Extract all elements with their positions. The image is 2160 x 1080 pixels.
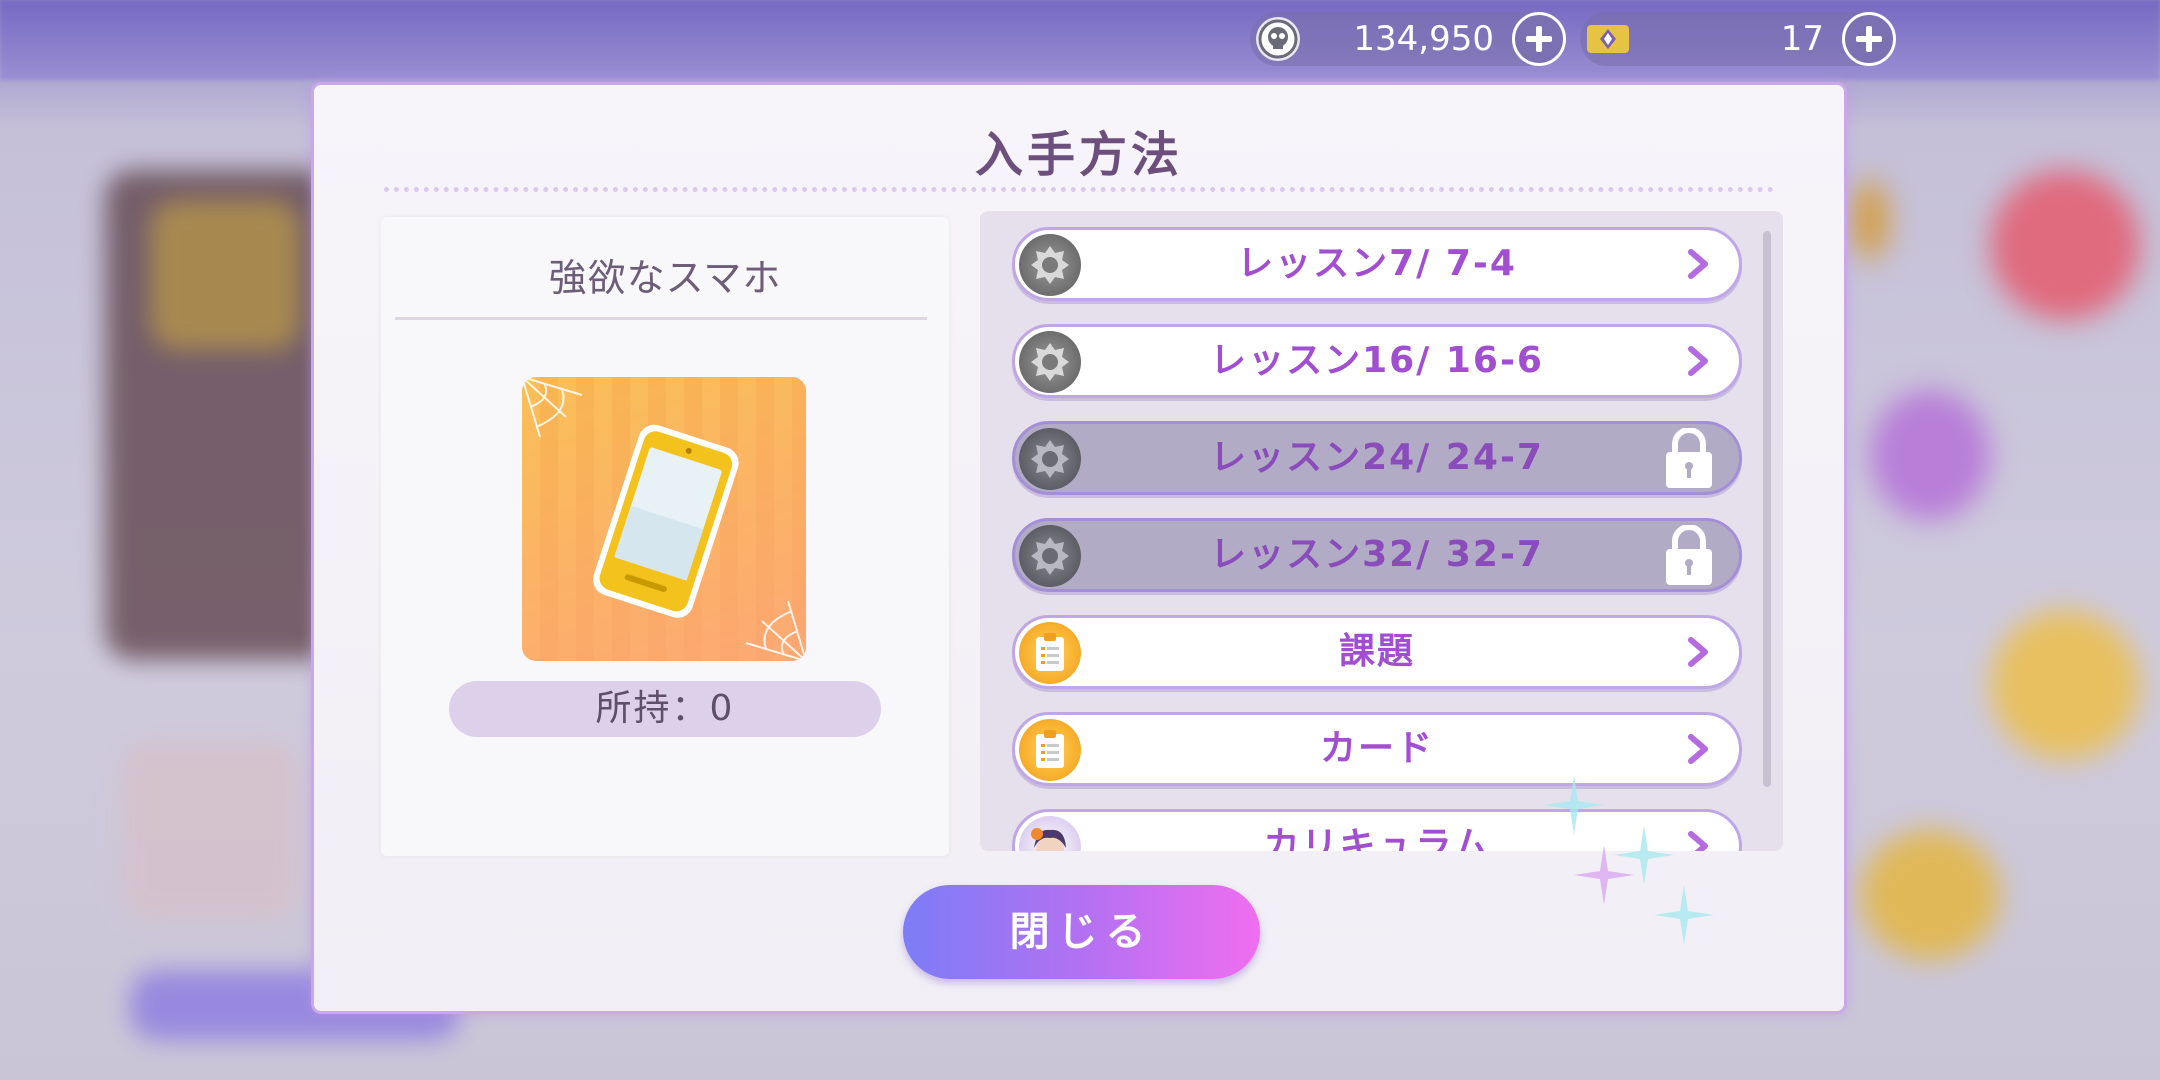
skull-coin-icon [1256,17,1300,61]
lock-icon [1666,428,1712,488]
sparkle-icon [1614,825,1674,885]
source-row-assignment[interactable]: 課題 [1012,615,1742,689]
clipboard-icon [1019,719,1081,781]
clipboard-icon [1019,622,1081,684]
gem-counter: 17 [1580,12,1896,66]
plus-icon [1526,26,1552,52]
sparkle-icon [1654,885,1714,945]
item-name: 強欲なスマホ [548,256,782,300]
source-label: 課題 [1338,631,1415,672]
character-portrait-icon [1019,816,1081,851]
lesson-medal-icon [1019,234,1081,296]
coin-counter: 134,950 [1250,12,1566,66]
source-label: カード [1319,728,1434,769]
source-row-lesson-7[interactable]: レッスン7/ 7-4 [1012,227,1742,301]
chevron-right-icon [1688,637,1708,667]
sparkle-icon [1544,775,1604,835]
coin-value: 134,950 [1353,19,1494,59]
source-label: レッスン32/ 32-7 [1210,534,1544,575]
chevron-right-icon [1688,734,1708,764]
source-row-card[interactable]: カード [1012,712,1742,786]
gem-ticket-icon [1586,17,1630,61]
lesson-medal-icon [1019,525,1081,587]
item-divider [395,317,927,320]
dialog-title: 入手方法 [974,127,1183,183]
source-label: レッスン7/ 7-4 [1237,243,1517,284]
source-row-lesson-16[interactable]: レッスン16/ 16-6 [1012,324,1742,398]
source-list[interactable]: レッスン7/ 7-4 レッスン16/ 16-6 レッスン24/ 24-7 レッス… [980,211,1783,851]
add-coins-button[interactable] [1512,12,1566,66]
chevron-right-icon [1688,346,1708,376]
close-button[interactable]: 閉じる [903,885,1260,979]
chevron-right-icon [1688,249,1708,279]
list-scrollbar[interactable] [1763,231,1771,787]
lesson-medal-icon [1019,331,1081,393]
source-row-lesson-32[interactable]: レッスン32/ 32-7 [1012,518,1742,592]
chevron-right-icon [1688,831,1708,851]
title-divider [384,187,1774,192]
owned-count: 所持：0 [449,681,881,737]
smartphone-item-icon [522,377,806,661]
acquisition-method-dialog: 入手方法 強欲なスマホ 所持：0 レッスン7/ 7-4 レッスン16/ 16-6… [311,82,1847,1014]
gem-value: 17 [1780,19,1824,59]
source-label: レッスン16/ 16-6 [1210,340,1544,381]
item-info-panel: 強欲なスマホ 所持：0 [381,217,949,856]
plus-icon [1856,26,1882,52]
lock-icon [1666,525,1712,585]
source-label: レッスン24/ 24-7 [1210,437,1544,478]
lesson-medal-icon [1019,428,1081,490]
source-row-lesson-24[interactable]: レッスン24/ 24-7 [1012,421,1742,495]
add-gems-button[interactable] [1842,12,1896,66]
